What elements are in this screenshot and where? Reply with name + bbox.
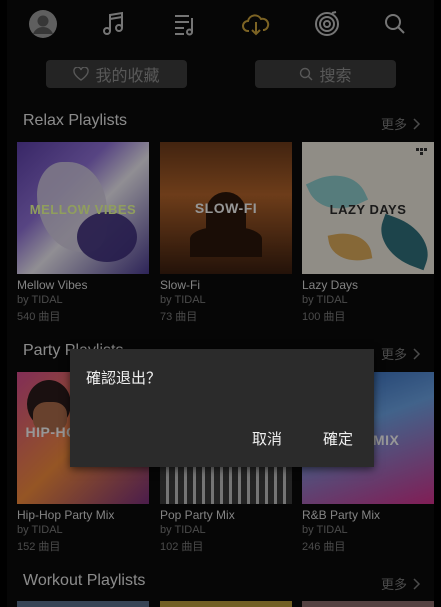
modal-backdrop[interactable] — [0, 0, 441, 607]
confirm-button[interactable]: 確定 — [323, 428, 353, 449]
cancel-button[interactable]: 取消 — [252, 428, 282, 449]
dialog-message: 確認退出？ — [86, 370, 162, 387]
exit-confirm-dialog: 確認退出？ 取消 確定 — [70, 349, 374, 467]
